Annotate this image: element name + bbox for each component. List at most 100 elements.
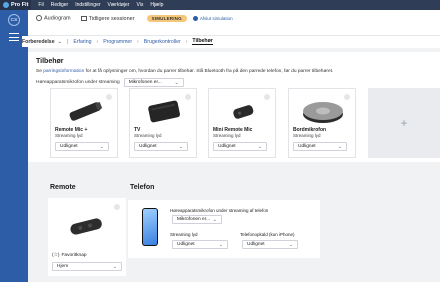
chevron-down-icon: ⌄ (174, 79, 179, 86)
phone-card: Høreapparatsmikrofon under streaming af … (128, 200, 320, 258)
app-logo: Pro Fit (0, 0, 32, 10)
avatar[interactable]: CS (8, 14, 20, 26)
stop-simulation-button[interactable]: Afslut simulation (192, 16, 233, 21)
device-card-table-mic[interactable]: Bordmikrofon Streaming lyd Udlignet ⌄ (288, 88, 356, 158)
previous-sessions-label: Tidligere sessioner (88, 15, 135, 22)
menu-view[interactable]: Vis (136, 2, 143, 8)
chevron-down-icon: ⌄ (257, 143, 262, 150)
menu-tools[interactable]: Værktøjer (108, 2, 130, 8)
device-select-value: Udlignet (298, 144, 316, 149)
settings-icon[interactable] (185, 94, 191, 100)
breadcrumb-preparation[interactable]: Forberedelse ⌄ (22, 39, 62, 45)
chevron-down-icon: ⌄ (112, 263, 117, 270)
phone-title: Telefon (130, 184, 155, 191)
breadcrumb-separator: › (185, 38, 188, 45)
streaming-mic-row: Høreapparatsmikrofon under streaming Mik… (36, 78, 184, 87)
settings-icon[interactable] (264, 94, 270, 100)
audiogram-label: Audiogram (44, 15, 71, 22)
favorite-select[interactable]: Hjem ⌄ (52, 262, 122, 271)
favorite-value: Hjem (57, 264, 69, 269)
breadcrumb-programs[interactable]: Programmer (103, 39, 132, 45)
sidebar: CS (0, 10, 28, 282)
phone-call-value: Udlignet (247, 242, 265, 247)
intro-suffix: for at få oplysninger om, hvordan du par… (84, 69, 334, 74)
phone-call-select[interactable]: Udlignet ⌄ (242, 240, 298, 249)
device-select-value: Udlignet (60, 144, 78, 149)
simulation-badge: SIMULERING (146, 15, 187, 22)
device-card-remote-mic[interactable]: Remote Mic + Streaming lyd Udlignet ⌄ (50, 88, 118, 158)
device-sub: Streaming lyd (293, 133, 321, 138)
streaming-mic-select[interactable]: Mikrofonen er... ⌄ (123, 78, 184, 87)
app-name: Pro Fit (11, 2, 29, 8)
menu-settings[interactable]: Indstillinger (75, 2, 100, 8)
favorite-label-row: (☆) Favoritknap (52, 253, 87, 258)
hamburger-menu-icon[interactable] (9, 33, 19, 41)
chevron-down-icon: ⌄ (178, 143, 183, 150)
settings-icon[interactable] (114, 204, 120, 210)
chevron-down-icon: ⌄ (288, 241, 293, 248)
menu-bar: Pro Fit Fil Rediger Indstillinger Værktø… (0, 0, 440, 10)
menu-edit[interactable]: Rediger (51, 2, 69, 8)
menu-help[interactable]: Hjælp (150, 2, 163, 8)
remote-control-icon (70, 218, 102, 235)
page-title: Tilbehør (36, 58, 64, 65)
breadcrumb-user-controls[interactable]: Brugerkontroller (144, 39, 181, 45)
folder-icon (80, 15, 87, 21)
device-select-value: Udlignet (218, 144, 236, 149)
remote-title: Remote (50, 184, 76, 191)
previous-sessions-button[interactable]: Tidligere sessioner (80, 15, 135, 22)
breadcrumb: Forberedelse ⌄ | Erfaring › Programmer › … (22, 36, 440, 47)
phone-call-label: Telefonopkald (kun iPhone) (240, 232, 295, 237)
app-icon (3, 2, 9, 8)
phone-screen (143, 209, 157, 245)
chevron-down-icon: ⌄ (57, 38, 62, 45)
breadcrumb-separator: › (96, 38, 99, 45)
device-card-mini-mic[interactable]: Mini Remote Mic Streaming lyd Udlignet ⌄ (208, 88, 276, 158)
phone-streaming-value: Udlignet (177, 242, 195, 247)
favorite-label: Favoritknap (61, 253, 87, 258)
mini-mic-icon (233, 105, 254, 119)
streaming-mic-value: Mikrofonen er... (128, 80, 162, 85)
plus-icon: + (400, 116, 408, 130)
stop-icon (192, 16, 198, 21)
intro-text: Se parringsinformation for at få oplysni… (36, 69, 333, 74)
phone-streaming-select[interactable]: Udlignet ⌄ (172, 240, 228, 249)
streaming-mic-label: Høreapparatsmikrofon under streaming (36, 80, 120, 85)
phone-mic-select[interactable]: Mikrofonen er... ⌄ (172, 215, 222, 224)
menu-file[interactable]: Fil (38, 2, 43, 8)
audiogram-icon (36, 15, 42, 22)
chevron-down-icon: ⌄ (337, 143, 342, 150)
breadcrumb-label: Forberedelse (22, 38, 55, 45)
stop-simulation-label: Afslut simulation (199, 16, 233, 21)
device-select-value: Udlignet (139, 144, 157, 149)
breadcrumb-separator: › (137, 38, 139, 45)
phone-mic-value: Mikrofonen er... (177, 217, 211, 222)
device-select[interactable]: Udlignet ⌄ (213, 142, 267, 151)
remote-mic-icon (69, 102, 102, 121)
tv-streamer-icon (148, 100, 180, 123)
settings-icon[interactable] (106, 94, 112, 100)
device-card-tv[interactable]: TV Streaming lyd Udlignet ⌄ (129, 88, 197, 158)
audiogram-button[interactable]: Audiogram (36, 15, 71, 22)
device-select[interactable]: Udlignet ⌄ (55, 142, 109, 151)
table-mic-icon (303, 102, 343, 123)
remote-card[interactable]: (☆) Favoritknap Hjem ⌄ (48, 198, 126, 276)
chevron-down-icon: ⌄ (99, 143, 104, 150)
breadcrumb-separator: | (66, 38, 69, 45)
breadcrumb-experience[interactable]: Erfaring (73, 39, 91, 45)
remote-panel: Remote (☆) Favoritknap Hjem ⌄ (44, 178, 126, 278)
device-sub: Streaming lyd (134, 133, 162, 138)
breadcrumb-accessories[interactable]: Tilbehør (192, 38, 213, 45)
device-sub: Streaming lyd (213, 133, 241, 138)
phone-panel: Telefon Høreapparatsmikrofon under strea… (126, 178, 322, 258)
top-toolbar: Audiogram Tidligere sessioner SIMULERING… (28, 10, 440, 36)
device-sub: Streaming lyd (55, 133, 83, 138)
star-icon: (☆) (52, 253, 60, 258)
device-select[interactable]: Udlignet ⌄ (293, 142, 347, 151)
device-select[interactable]: Udlignet ⌄ (134, 142, 188, 151)
pairing-info-link[interactable]: parringsinformation (43, 69, 84, 74)
add-accessory-button[interactable]: + (368, 88, 440, 158)
settings-icon[interactable] (344, 94, 350, 100)
chevron-down-icon: ⌄ (218, 241, 223, 248)
phone-mic-label: Høreapparatsmikrofon under streaming af … (170, 208, 269, 213)
